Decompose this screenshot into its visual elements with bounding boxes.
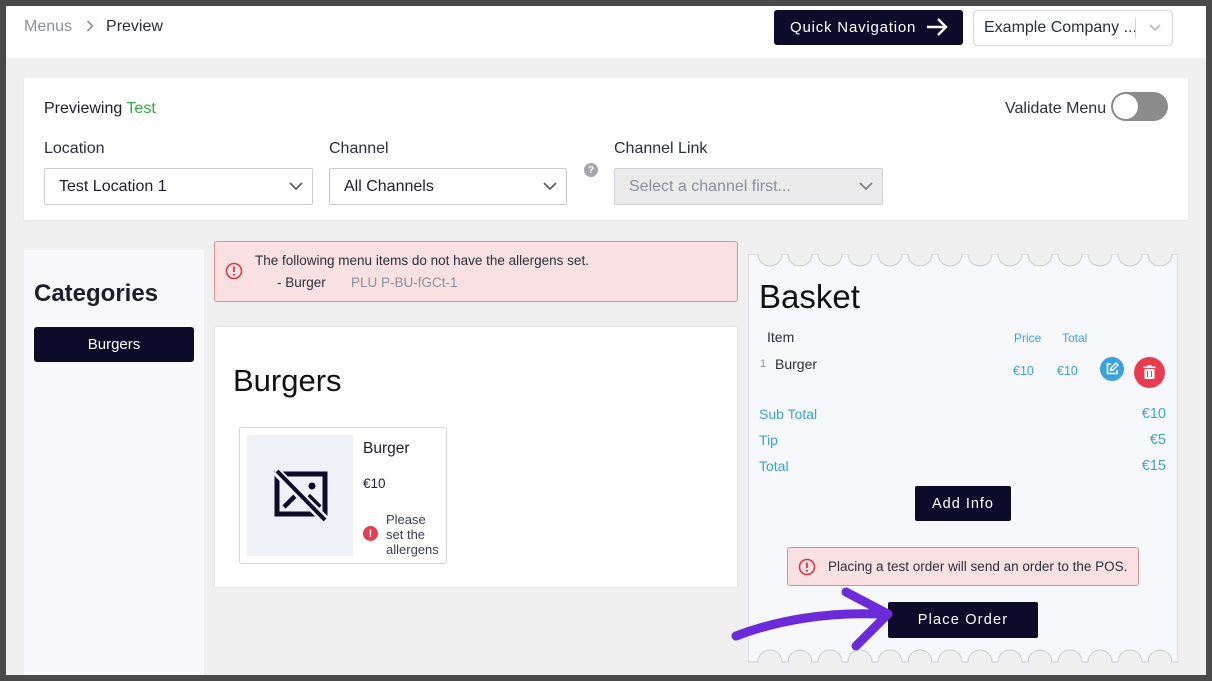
quick-navigation-label: Quick Navigation [790, 19, 917, 36]
pos-warning-alert: Placing a test order will send an order … [787, 547, 1139, 586]
location-label: Location [44, 140, 105, 157]
company-select-value: Example Company ... [984, 19, 1137, 36]
help-icon[interactable]: ? [584, 163, 598, 177]
channel-link-select: Select a channel first... [614, 168, 883, 205]
basket-col-total: Total [1062, 331, 1088, 345]
previewing-menu-name: Test [126, 100, 156, 117]
allergen-alert: The following menu items do not have the… [214, 241, 738, 302]
basket-col-item: Item [767, 329, 795, 345]
menu-item-name: Burger [363, 440, 410, 457]
breadcrumb-current: Preview [106, 18, 163, 35]
chevron-right-icon [86, 19, 94, 35]
categories-panel: Categories Burgers [24, 250, 204, 675]
validate-menu-toggle[interactable] [1111, 92, 1168, 121]
company-select[interactable]: Example Company ... [973, 10, 1173, 46]
breadcrumb: Menus Preview [24, 18, 163, 36]
previewing-prefix: Previewing [44, 100, 123, 117]
exclamation-icon: ! [363, 526, 378, 541]
place-order-button[interactable]: Place Order [888, 602, 1038, 638]
preview-filter-panel: Previewing Test Validate Menu Location T… [24, 78, 1188, 220]
arrow-right-icon [925, 17, 949, 41]
quick-navigation-button[interactable]: Quick Navigation [774, 10, 963, 45]
menu-item-card[interactable]: Burger €10 ! Please set the allergens [239, 427, 447, 564]
category-burgers-button[interactable]: Burgers [34, 327, 194, 362]
sub-total-value: €10 [1141, 406, 1166, 422]
location-select[interactable]: Test Location 1 [44, 168, 313, 205]
no-image-icon [274, 467, 328, 525]
channel-link-placeholder: Select a channel first... [629, 177, 791, 195]
basket-line-qty: 1 [760, 358, 767, 370]
allergen-alert-item: - Burger [277, 275, 326, 290]
alert-circle-icon [798, 558, 816, 581]
channel-link-label: Channel Link [614, 140, 708, 157]
delete-item-button[interactable] [1134, 357, 1165, 388]
basket-line-total: €10 [1057, 364, 1078, 378]
pos-warning-message: Placing a test order will send an order … [828, 559, 1128, 574]
previewing-heading: Previewing Test [44, 100, 156, 118]
sub-total-label: Sub Total [759, 406, 818, 422]
menu-section-title: Burgers [233, 363, 342, 398]
basket-col-price: Price [1014, 331, 1042, 345]
top-bar: Menus Preview Quick Navigation Example C… [6, 6, 1206, 58]
pointer-arrow-icon [731, 587, 893, 651]
channel-select-value: All Channels [344, 177, 434, 195]
breadcrumb-menus-link[interactable]: Menus [24, 18, 72, 36]
alert-circle-icon [225, 262, 243, 285]
channel-label: Channel [329, 140, 389, 157]
basket-line-name: Burger [775, 356, 818, 372]
app-frame: Menus Preview Quick Navigation Example C… [6, 6, 1206, 675]
allergen-alert-message: The following menu items do not have the… [255, 253, 589, 268]
basket-line-price: €10 [1013, 364, 1034, 378]
allergen-alert-plu: PLU P-BU-fGCt-1 [351, 275, 458, 290]
tip-label: Tip [759, 432, 778, 448]
edit-icon [1106, 362, 1119, 375]
menu-item-price: €10 [363, 476, 386, 491]
edit-item-button[interactable] [1100, 357, 1124, 381]
location-select-value: Test Location 1 [59, 177, 167, 195]
total-value: €15 [1141, 458, 1166, 474]
item-image-placeholder [247, 435, 353, 556]
basket-title: Basket [759, 278, 860, 315]
chevron-down-icon [288, 179, 304, 198]
chevron-down-icon [858, 179, 874, 198]
total-label: Total [759, 458, 789, 474]
add-info-button[interactable]: Add Info [915, 486, 1011, 521]
menu-section-panel: Burgers Burger €10 ! Please set the alle… [214, 326, 738, 588]
validate-menu-label: Validate Menu [1005, 100, 1107, 117]
menu-item-warning: Please set the allergens [386, 512, 439, 557]
tip-value: €5 [1149, 432, 1166, 448]
select-divider [1135, 18, 1136, 38]
categories-title: Categories [34, 280, 159, 307]
chevron-down-icon [1148, 20, 1162, 39]
chevron-down-icon [542, 179, 558, 198]
trash-icon [1143, 365, 1156, 379]
channel-select[interactable]: All Channels [329, 168, 567, 205]
toggle-knob [1113, 94, 1138, 119]
